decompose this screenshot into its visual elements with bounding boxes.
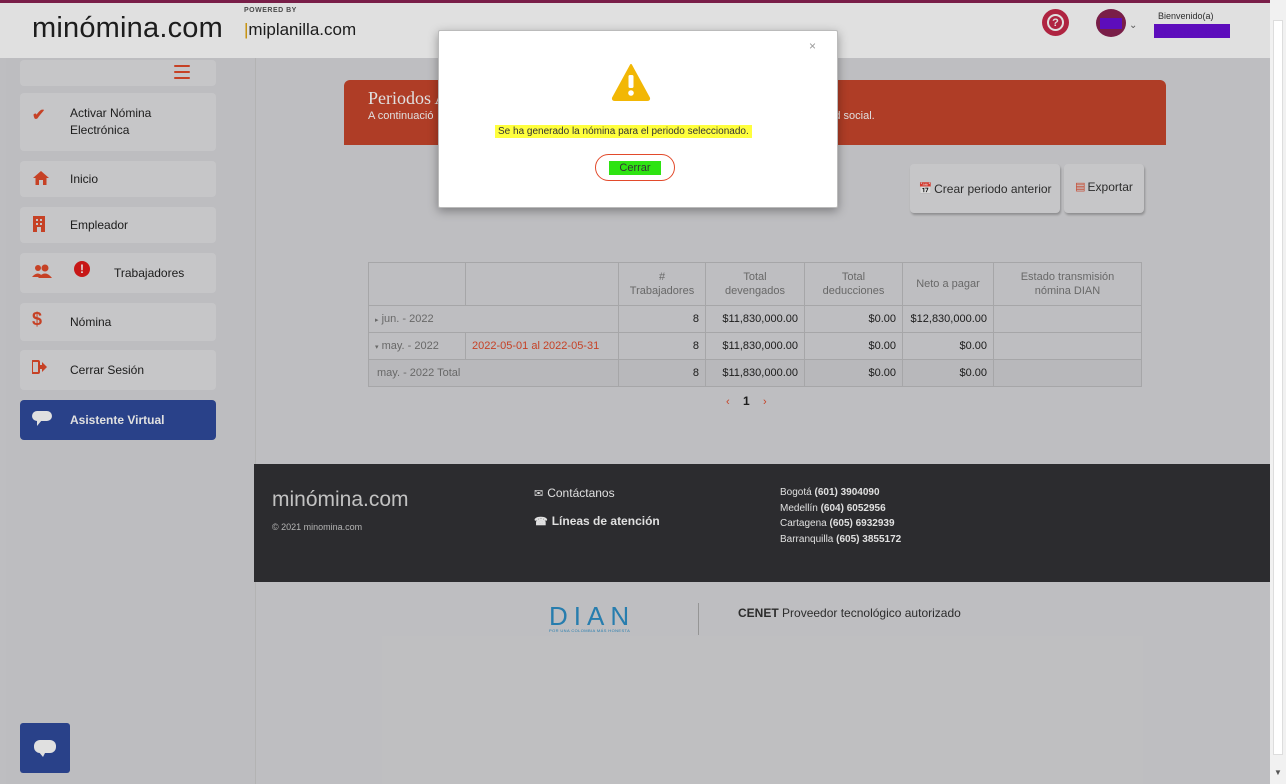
warning-icon bbox=[611, 63, 651, 101]
page-scrollbar[interactable]: ▼ bbox=[1270, 0, 1286, 784]
close-icon[interactable]: × bbox=[809, 39, 816, 53]
dialog-message: Se ha generado la nómina para el periodo… bbox=[495, 125, 752, 138]
scroll-down-icon[interactable]: ▼ bbox=[1274, 768, 1282, 777]
close-dialog-button[interactable]: Cerrar bbox=[595, 154, 675, 181]
success-dialog: × Se ha generado la nómina para el perio… bbox=[438, 30, 838, 208]
